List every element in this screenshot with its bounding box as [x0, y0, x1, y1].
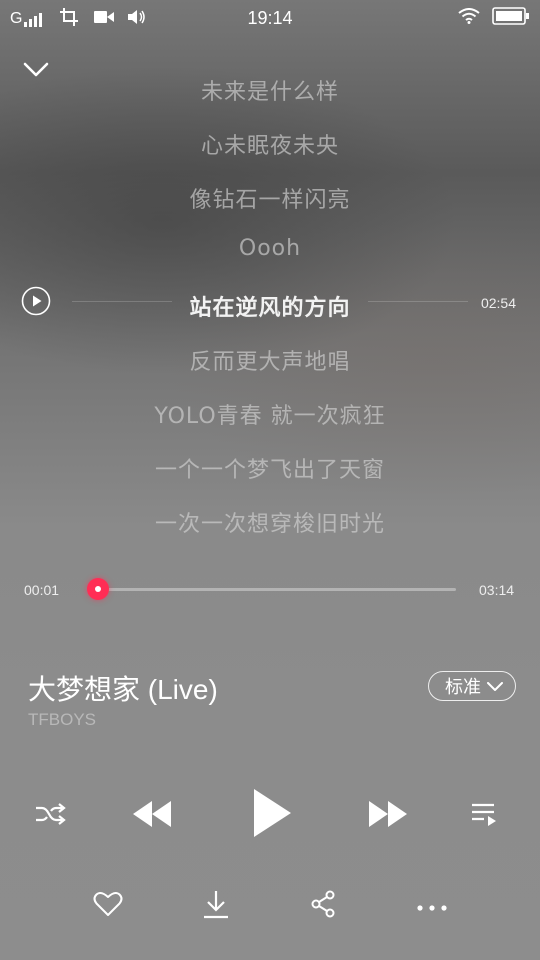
playlist-icon [470, 801, 498, 831]
lyric-line: Oooh [238, 236, 302, 261]
song-title: 大梦想家 (Live) [28, 674, 218, 705]
lyric-line: 像钻石一样闪亮 [189, 188, 351, 213]
chevron-down-icon [487, 676, 503, 697]
lyric-line: 反而更大声地唱 [189, 350, 351, 375]
lyric-line: 心未眠夜未央 [200, 134, 339, 159]
previous-icon [131, 799, 173, 833]
shuffle-button[interactable] [30, 798, 70, 834]
wifi-icon [458, 8, 480, 28]
play-button[interactable] [244, 784, 300, 846]
share-icon [310, 890, 336, 922]
download-button[interactable] [196, 886, 236, 926]
like-button[interactable] [88, 888, 128, 924]
progress-track[interactable] [96, 588, 456, 591]
total-time: 03:14 [479, 582, 515, 598]
shuffle-icon [34, 802, 66, 830]
quality-label: 标准 [445, 677, 481, 698]
more-icon [416, 897, 448, 916]
more-button[interactable] [410, 890, 454, 922]
play-circle-icon [21, 286, 51, 320]
lyric-timestamp: 02:54 [480, 295, 516, 311]
battery-icon [492, 7, 530, 29]
next-icon [367, 799, 409, 833]
share-button[interactable] [303, 886, 343, 926]
next-button[interactable] [364, 796, 412, 836]
heart-icon [93, 891, 123, 921]
current-lyric-divider-right [368, 301, 468, 302]
progress-thumb[interactable] [86, 578, 109, 600]
song-artist[interactable]: TFBOYS [28, 710, 96, 730]
current-lyric-line: 站在逆风的方向 [189, 296, 351, 321]
status-bar: G 19:14 [0, 0, 540, 36]
download-icon [202, 889, 230, 923]
playlist-button[interactable] [464, 798, 504, 834]
lyric-line: 一个一个梦飞出了天窗 [154, 458, 385, 483]
quality-selector[interactable]: 标准 [428, 671, 516, 701]
lyric-line: 未来是什么样 [200, 80, 339, 105]
play-from-lyric-button[interactable] [20, 286, 52, 320]
lyric-line: 一次一次想穿梭旧时光 [154, 512, 385, 537]
elapsed-time: 00:01 [24, 582, 60, 598]
previous-button[interactable] [128, 796, 176, 836]
play-icon [251, 787, 293, 843]
status-right [458, 7, 530, 29]
lyric-line: YOLO青春 就一次疯狂 [154, 404, 386, 429]
